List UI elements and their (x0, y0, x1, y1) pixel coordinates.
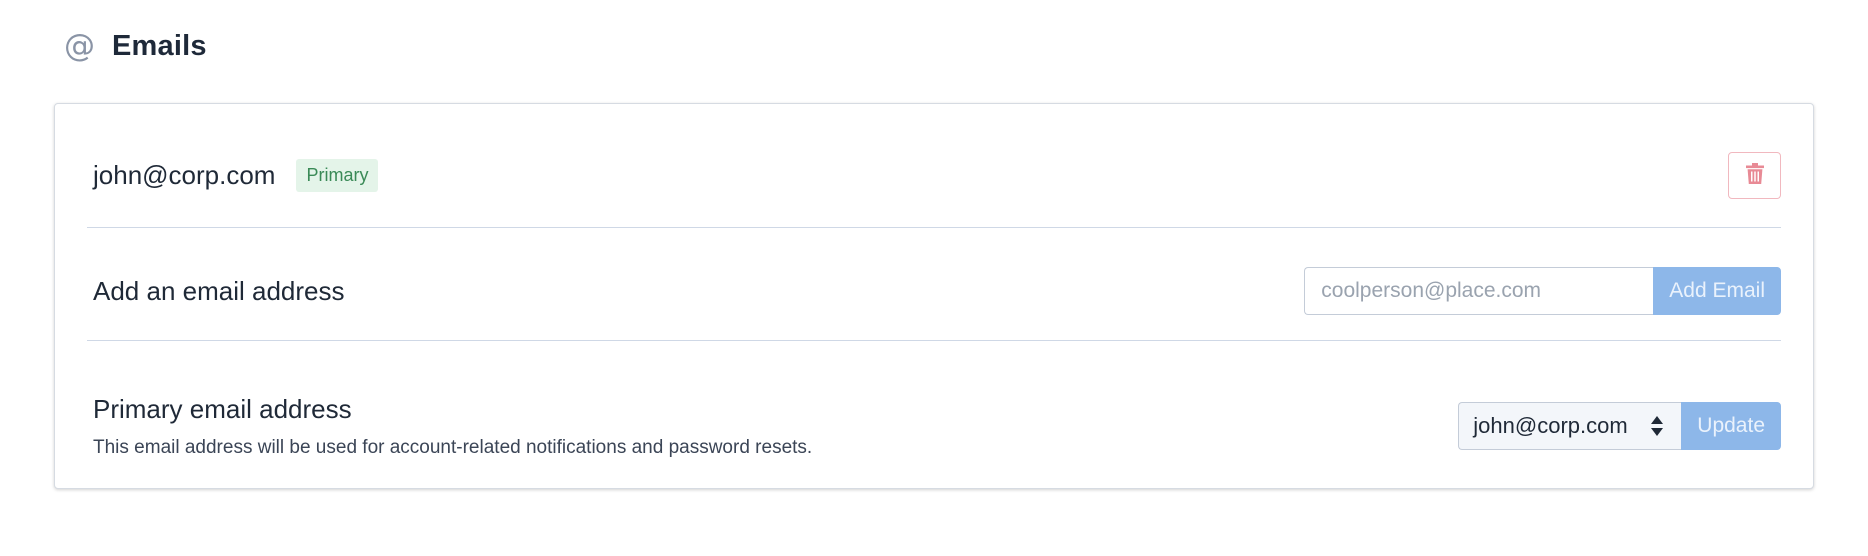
emails-card: john@corp.com Primary Add an email addre… (54, 103, 1814, 489)
primary-email-text: Primary email address This email address… (93, 394, 812, 459)
primary-email-row: Primary email address This email address… (87, 371, 1781, 481)
update-button[interactable]: Update (1681, 402, 1781, 450)
primary-email-selected: john@corp.com (1473, 413, 1628, 438)
divider (87, 340, 1781, 341)
primary-email-form: john@corp.com Update (1458, 402, 1781, 450)
trash-icon (1745, 163, 1764, 187)
select-arrows-icon (1645, 415, 1669, 437)
primary-email-description: This email address will be used for acco… (93, 436, 813, 458)
section-header: @ Emails (64, 30, 207, 63)
primary-badge: Primary (296, 158, 379, 192)
at-icon: @ (64, 28, 95, 64)
new-email-input[interactable] (1304, 267, 1654, 315)
add-email-button[interactable]: Add Email (1653, 267, 1781, 315)
email-row: john@corp.com Primary (87, 144, 1781, 206)
primary-email-title: Primary email address (93, 393, 352, 424)
divider (87, 227, 1781, 228)
delete-email-button[interactable] (1728, 151, 1781, 199)
add-email-label: Add an email address (93, 275, 345, 306)
add-email-row: Add an email address Add Email (87, 259, 1781, 323)
email-address: john@corp.com (93, 159, 276, 190)
section-title: Emails (112, 30, 207, 62)
primary-email-select[interactable]: john@corp.com (1458, 402, 1682, 450)
add-email-form: Add Email (1304, 267, 1781, 315)
